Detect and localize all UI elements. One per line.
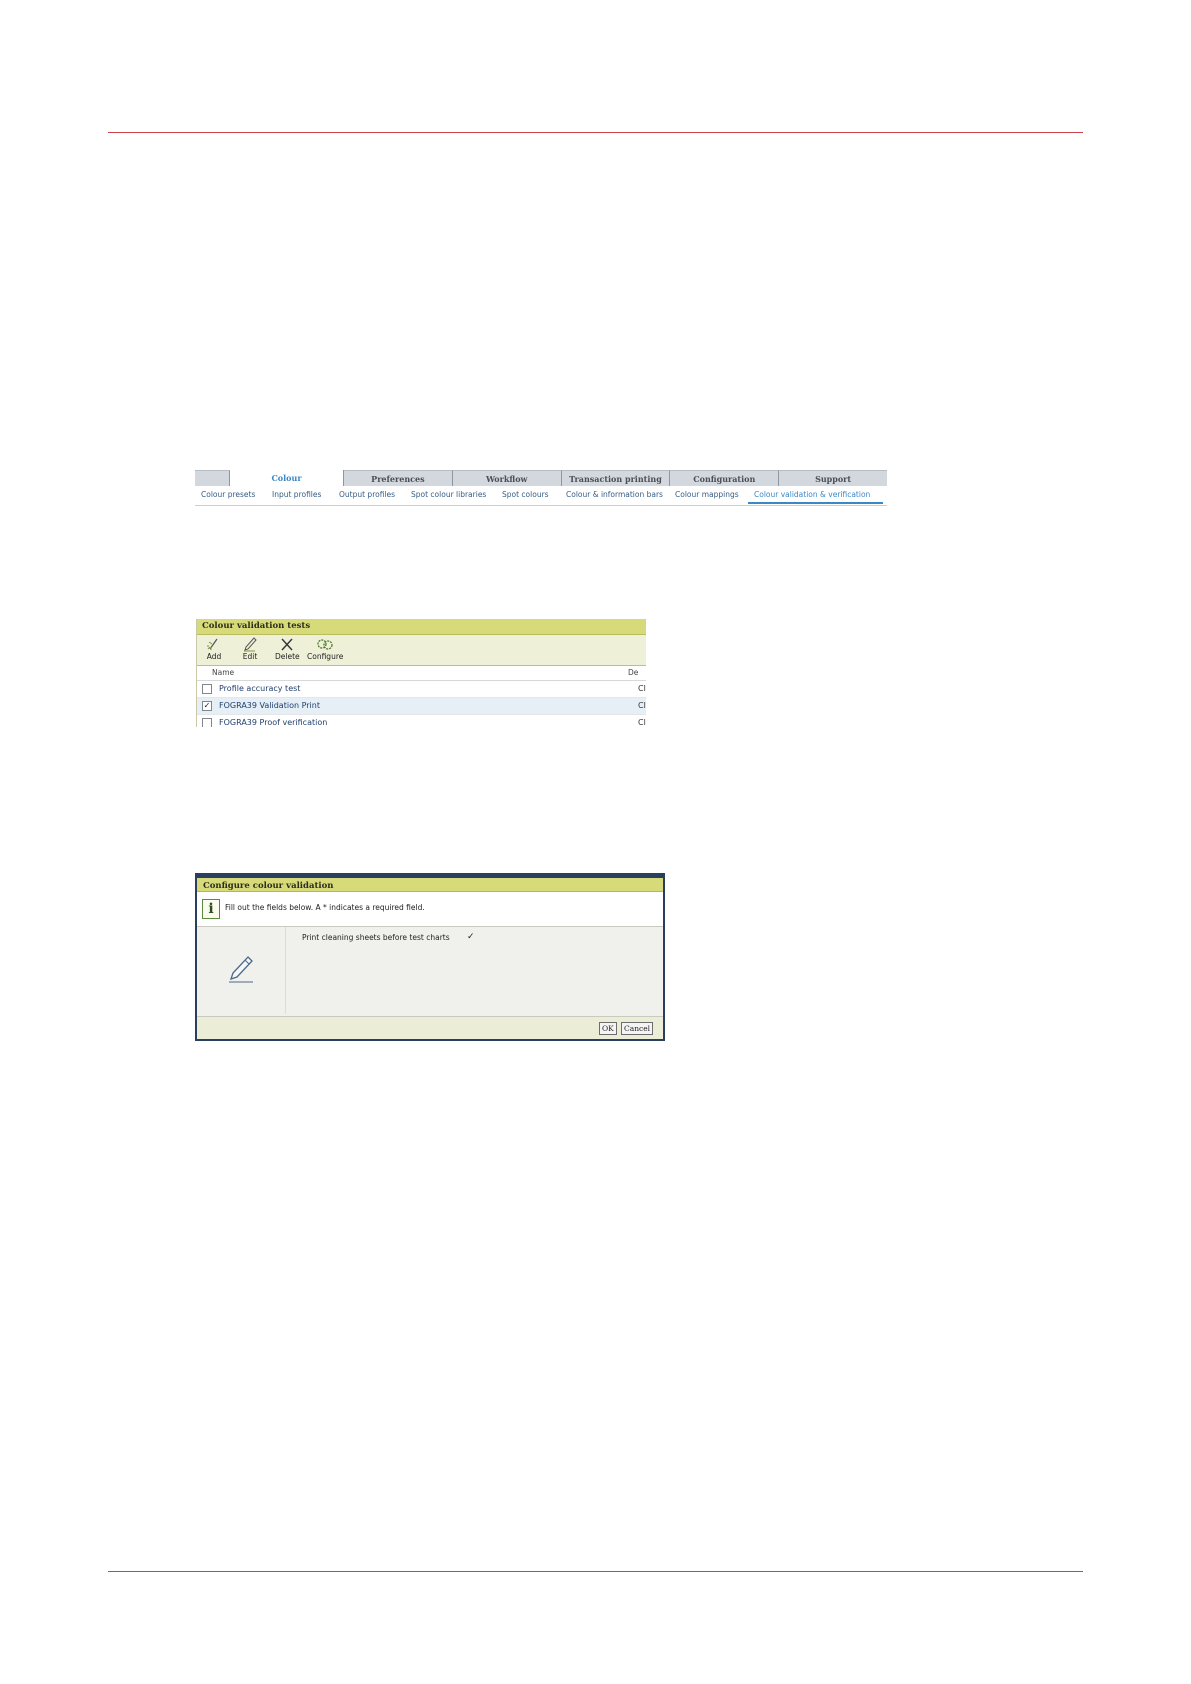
subtab-spot-colour-libraries[interactable]: Spot colour libraries (411, 490, 486, 499)
panel-title: Colour validation tests (197, 619, 646, 635)
print-cleaning-sheets-checkbox[interactable]: ✓ (467, 932, 475, 942)
tab-workflow[interactable]: Workflow (452, 470, 562, 486)
toolbar: Add Edit Delete Configure (197, 635, 646, 666)
add-icon (207, 638, 218, 650)
navigation-tabs-figure: Colour Preferences Workflow Transaction … (195, 470, 887, 506)
table-row[interactable]: Profile accuracy test Cl (197, 681, 646, 698)
footer-rule (108, 1571, 1083, 1572)
info-icon: i (202, 899, 220, 919)
dialog-icon-area (197, 927, 286, 1014)
configure-button[interactable]: Configure (307, 637, 343, 662)
active-subtab-indicator (748, 502, 883, 504)
dialog-footer: OK Cancel (197, 1016, 663, 1039)
edit-label: Edit (242, 652, 258, 661)
column-name[interactable]: Name (212, 668, 234, 677)
subtab-colour-information-bars[interactable]: Colour & information bars (566, 490, 663, 499)
configure-label: Configure (307, 652, 344, 661)
dialog-body: Print cleaning sheets before test charts… (197, 927, 663, 1014)
tab-configuration[interactable]: Configuration (670, 470, 780, 486)
tab-colour[interactable]: Colour (230, 470, 344, 486)
info-text: Fill out the fields below. A * indicates… (225, 903, 425, 912)
row-name[interactable]: Profile accuracy test (219, 684, 300, 693)
column-description[interactable]: De (628, 668, 638, 677)
colour-validation-tests-panel: Colour validation tests Add Edit Delete (196, 619, 646, 727)
subtab-output-profiles[interactable]: Output profiles (339, 490, 395, 499)
row-name[interactable]: FOGRA39 Validation Print (219, 701, 320, 710)
info-bar: i Fill out the fields below. A * indicat… (197, 892, 663, 927)
edit-button[interactable]: Edit (240, 637, 260, 662)
print-cleaning-sheets-label: Print cleaning sheets before test charts (302, 933, 450, 942)
subtab-colour-validation-verification[interactable]: Colour validation & verification (754, 490, 870, 499)
gear-icon (317, 639, 333, 650)
sub-tab-bar: Colour presets Input profiles Output pro… (195, 486, 887, 506)
table-header: Name De (197, 666, 646, 681)
subtab-spot-colours[interactable]: Spot colours (502, 490, 549, 499)
tab-transaction-printing[interactable]: Transaction printing (561, 470, 671, 486)
pencil-icon (229, 956, 253, 983)
table-row-selected[interactable]: ✓ FOGRA39 Validation Print Cl (197, 698, 646, 715)
tab-support[interactable]: Support (779, 470, 887, 486)
tab-preferences[interactable]: Preferences (344, 470, 453, 486)
subtab-colour-mappings[interactable]: Colour mappings (675, 490, 739, 499)
main-tab-bar: Colour Preferences Workflow Transaction … (195, 470, 887, 486)
configure-colour-validation-dialog: Configure colour validation i Fill out t… (195, 873, 665, 1041)
subtab-input-profiles[interactable]: Input profiles (272, 490, 321, 499)
row-name[interactable]: FOGRA39 Proof verification (219, 718, 327, 727)
tab-blank[interactable] (195, 470, 230, 486)
add-button[interactable]: Add (204, 637, 224, 662)
header-rule (108, 132, 1083, 133)
row-checkbox-checked[interactable]: ✓ (202, 701, 212, 711)
delete-button[interactable]: Delete (275, 637, 300, 662)
row-description: Cl (638, 701, 646, 710)
dialog-title: Configure colour validation (197, 875, 663, 892)
subtab-colour-presets[interactable]: Colour presets (201, 490, 255, 499)
table-row[interactable]: FOGRA39 Proof verification Cl (197, 715, 646, 727)
delete-label: Delete (275, 652, 300, 661)
row-checkbox[interactable] (202, 718, 212, 727)
add-label: Add (206, 652, 222, 661)
ok-button[interactable]: OK (599, 1022, 617, 1035)
pencil-icon (244, 637, 257, 652)
row-description: Cl (638, 684, 646, 693)
delete-x-icon (281, 638, 293, 651)
row-description: Cl (638, 718, 646, 727)
cancel-button[interactable]: Cancel (621, 1022, 654, 1035)
row-checkbox[interactable] (202, 684, 212, 694)
